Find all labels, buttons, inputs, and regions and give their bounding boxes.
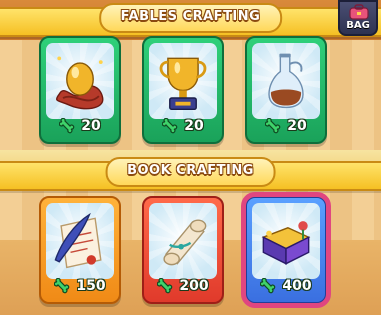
scroll-icon bbox=[163, 219, 207, 266]
cost-row: 20 bbox=[144, 116, 222, 136]
golden-egg-art bbox=[46, 43, 114, 119]
fables-item-potion-flask[interactable]: 20 bbox=[245, 36, 327, 144]
green-bone-icon bbox=[265, 118, 281, 134]
cost-value: 200 bbox=[179, 278, 209, 294]
book-item-scroll[interactable]: 200 bbox=[142, 196, 224, 304]
quill-letter-art bbox=[46, 203, 114, 279]
green-bone-icon bbox=[162, 118, 178, 134]
green-bone-icon bbox=[59, 118, 75, 134]
book-item-quill-and-letter[interactable]: 150 bbox=[39, 196, 121, 304]
magic-book-art bbox=[252, 203, 320, 279]
cost-value: 20 bbox=[184, 118, 204, 134]
cost-row: 200 bbox=[144, 276, 222, 296]
cost-row: 400 bbox=[247, 276, 325, 296]
green-bone-icon bbox=[260, 278, 276, 294]
magic-book-icon bbox=[261, 221, 311, 265]
cost-value: 150 bbox=[76, 278, 106, 294]
fables-crafting-header: FABLES CRAFTING bbox=[0, 3, 381, 37]
cost-row: 20 bbox=[247, 116, 325, 136]
fables-item-golden-trophy[interactable]: 20 bbox=[142, 36, 224, 144]
fables-crafting-title: FABLES CRAFTING bbox=[98, 3, 283, 33]
green-bone-icon bbox=[54, 278, 70, 294]
book-item-magic-book[interactable]: 400 bbox=[241, 192, 331, 308]
green-bone-icon bbox=[157, 278, 173, 294]
fables-item-golden-egg[interactable]: 20 bbox=[39, 36, 121, 144]
book-crafting-title: BOOK CRAFTING bbox=[105, 157, 276, 187]
cost-value: 400 bbox=[282, 278, 312, 294]
cost-row: 20 bbox=[41, 116, 119, 136]
potion-flask-icon bbox=[268, 53, 304, 109]
quill-letter-icon bbox=[54, 212, 102, 269]
scroll-art bbox=[149, 203, 217, 279]
cost-value: 20 bbox=[81, 118, 101, 134]
golden-egg-icon bbox=[56, 56, 104, 110]
cost-value: 20 bbox=[287, 118, 307, 134]
golden-trophy-art bbox=[149, 43, 217, 119]
golden-trophy-icon bbox=[159, 57, 207, 111]
cost-row: 150 bbox=[41, 276, 119, 296]
bag-label: BAG bbox=[346, 20, 370, 31]
potion-flask-art bbox=[252, 43, 320, 119]
bag-button[interactable]: BAG bbox=[338, 0, 378, 36]
bag-icon bbox=[349, 4, 369, 20]
book-crafting-header: BOOK CRAFTING bbox=[0, 157, 381, 191]
